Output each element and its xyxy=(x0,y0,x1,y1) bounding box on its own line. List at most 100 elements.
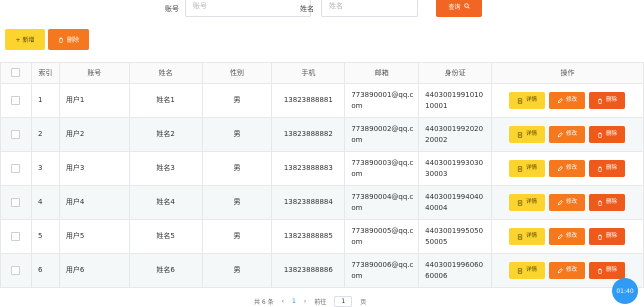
cell-id-card: 440300199505050005 xyxy=(418,219,492,254)
detail-label: 详情 xyxy=(525,131,537,137)
row-checkbox[interactable] xyxy=(11,129,21,139)
edit-button[interactable]: 修改 xyxy=(549,262,585,279)
cell-phone: 13823888885 xyxy=(271,219,346,254)
cell-id-card: 440300199606060006 xyxy=(418,253,492,288)
account-search-input[interactable] xyxy=(185,0,311,17)
detail-button[interactable]: 详情 xyxy=(509,126,545,143)
cell-actions: 详情 修改 删除 xyxy=(491,117,644,152)
cell-index: 5 xyxy=(30,219,60,254)
detail-button[interactable]: 详情 xyxy=(509,262,545,279)
floating-timer-badge[interactable]: 01:40 xyxy=(612,278,638,304)
row-delete-button[interactable]: 删除 xyxy=(589,228,625,245)
edit-button[interactable]: 修改 xyxy=(549,194,585,211)
doc-icon xyxy=(517,267,523,274)
cell-email: 773890005@qq.com xyxy=(344,219,420,254)
edit-label: 修改 xyxy=(565,165,577,171)
row-delete-button[interactable]: 删除 xyxy=(589,262,625,279)
row-select-cell xyxy=(0,219,32,254)
cell-index: 2 xyxy=(30,117,60,152)
cell-actions: 详情 修改 删除 xyxy=(491,219,644,254)
row-checkbox[interactable] xyxy=(11,163,21,173)
pagination: 共 6 条 ‹ 1 › 前往 页 xyxy=(254,296,366,307)
row-delete-label: 删除 xyxy=(605,267,617,273)
row-checkbox[interactable] xyxy=(11,231,21,241)
pencil-icon xyxy=(557,97,563,103)
edit-label: 修改 xyxy=(565,199,577,205)
cell-id-card: 440300199404040004 xyxy=(418,185,492,220)
add-button[interactable]: + 新增 xyxy=(5,29,45,50)
column-header-id-card: 身份证 xyxy=(418,62,492,84)
cell-name: 姓名4 xyxy=(128,185,203,220)
pencil-icon xyxy=(557,131,563,137)
add-label: + 新增 xyxy=(15,37,35,44)
batch-delete-label: 删除 xyxy=(66,37,79,44)
edit-button[interactable]: 修改 xyxy=(549,228,585,245)
cell-actions: 详情 修改 删除 xyxy=(491,83,644,118)
table-row[interactable]: 2 用户2 姓名2 男 13823888882 773890002@qq.com 44030… xyxy=(0,117,644,152)
detail-label: 详情 xyxy=(525,233,537,239)
detail-button[interactable]: 详情 xyxy=(509,160,545,177)
name-search-input[interactable] xyxy=(321,0,418,17)
row-select-cell xyxy=(0,117,32,152)
detail-label: 详情 xyxy=(525,165,537,171)
column-header-phone: 手机 xyxy=(271,62,346,84)
cell-name: 姓名6 xyxy=(128,253,203,288)
edit-button[interactable]: 修改 xyxy=(549,126,585,143)
trash-icon xyxy=(598,234,602,240)
table-row[interactable]: 1 用户1 姓名1 男 13823888881 773890001@qq.com 44030… xyxy=(0,83,644,118)
pencil-icon xyxy=(557,267,563,273)
cell-email: 773890001@qq.com xyxy=(344,83,420,118)
table-row[interactable]: 5 用户5 姓名5 男 13823888885 773890005@qq.com 44030… xyxy=(0,219,644,254)
column-header-account: 账号 xyxy=(58,62,130,84)
user-table: 索引 账号 姓名 性别 手机 邮箱 身份证 操作 1 用户1 姓名1 男 1382388… xyxy=(0,62,644,288)
select-all-checkbox[interactable] xyxy=(11,68,21,77)
cell-gender: 男 xyxy=(201,83,273,118)
row-checkbox[interactable] xyxy=(11,265,21,275)
row-delete-button[interactable]: 删除 xyxy=(589,160,625,177)
cell-phone: 13823888884 xyxy=(271,185,346,220)
name-label: 姓名 xyxy=(300,5,314,13)
cell-index: 6 xyxy=(30,253,60,288)
trash-icon xyxy=(598,268,602,274)
cell-gender: 男 xyxy=(201,151,273,186)
query-button[interactable]: 查询 xyxy=(436,0,482,17)
prev-page-icon[interactable]: ‹ xyxy=(282,298,284,305)
cell-account: 用户5 xyxy=(58,219,130,254)
doc-icon xyxy=(517,233,523,240)
edit-label: 修改 xyxy=(565,233,577,239)
trash-icon xyxy=(598,200,602,206)
row-checkbox[interactable] xyxy=(11,197,21,207)
trash-icon xyxy=(598,132,602,138)
cell-actions: 详情 修改 删除 xyxy=(491,185,644,220)
table-row[interactable]: 4 用户4 姓名4 男 13823888884 773890004@qq.com 44030… xyxy=(0,185,644,220)
cell-actions: 详情 修改 删除 xyxy=(491,151,644,186)
trash-icon xyxy=(598,166,602,172)
edit-button[interactable]: 修改 xyxy=(549,160,585,177)
cell-phone: 13823888881 xyxy=(271,83,346,118)
row-select-cell xyxy=(0,151,32,186)
doc-icon xyxy=(517,165,523,172)
cell-account: 用户4 xyxy=(58,185,130,220)
detail-label: 详情 xyxy=(525,267,537,273)
batch-delete-button[interactable]: 删除 xyxy=(48,29,89,50)
next-page-icon[interactable]: › xyxy=(304,298,306,305)
cell-id-card: 440300199303030003 xyxy=(418,151,492,186)
detail-button[interactable]: 详情 xyxy=(509,194,545,211)
row-delete-button[interactable]: 删除 xyxy=(589,194,625,211)
page-number-current[interactable]: 1 xyxy=(292,298,296,305)
doc-icon xyxy=(517,131,523,138)
cell-account: 用户1 xyxy=(58,83,130,118)
table-row[interactable]: 6 用户6 姓名6 男 13823888886 773890006@qq.com 44030… xyxy=(0,253,644,288)
row-delete-button[interactable]: 删除 xyxy=(589,126,625,143)
cell-gender: 男 xyxy=(201,253,273,288)
edit-button[interactable]: 修改 xyxy=(549,92,585,109)
row-checkbox[interactable] xyxy=(11,95,21,105)
row-select-cell xyxy=(0,185,32,220)
row-delete-button[interactable]: 删除 xyxy=(589,92,625,109)
goto-page-input[interactable] xyxy=(334,296,353,307)
table-row[interactable]: 3 用户3 姓名3 男 13823888883 773890003@qq.com 44030… xyxy=(0,151,644,186)
cell-name: 姓名5 xyxy=(128,219,203,254)
detail-button[interactable]: 详情 xyxy=(509,92,545,109)
detail-button[interactable]: 详情 xyxy=(509,228,545,245)
cell-gender: 男 xyxy=(201,185,273,220)
